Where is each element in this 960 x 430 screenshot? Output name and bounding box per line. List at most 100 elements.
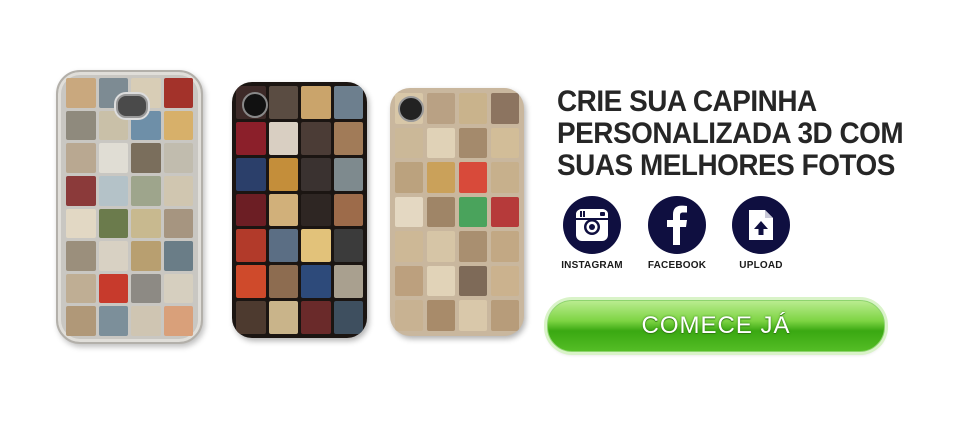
photo-tile [268,86,298,119]
photo-tile [268,229,298,263]
photo-tile [395,265,423,297]
photo-tile [333,193,363,227]
photo-tile [395,127,423,159]
photo-tile [459,127,487,159]
photo-tile [491,300,519,331]
photo-tile [163,273,193,304]
photo-tile [268,157,298,191]
photo-tile [131,175,161,206]
instagram-button[interactable]: INSTAGRAM [552,196,632,271]
photo-collage-grid [236,86,363,334]
camera-icon [398,96,424,122]
photo-tile [236,229,266,263]
instagram-icon[interactable] [563,196,621,254]
instagram-label: INSTAGRAM [561,260,623,271]
photo-tile [268,193,298,227]
headline: CRIE SUA CAPINHA PERSONALIZADA 3D COM SU… [557,86,920,182]
start-now-label: COMECE JÁ [641,312,791,339]
photo-tile [459,231,487,262]
photo-tile [427,265,455,297]
photo-tile [66,306,96,336]
photo-tile [301,301,331,334]
photo-tile [268,121,298,155]
facebook-label: FACEBOOK [647,260,707,271]
upload-icon[interactable] [732,196,790,254]
photo-tile [333,229,363,263]
headline-line-1: CRIE SUA CAPINHA [557,85,817,118]
photo-tile [459,300,487,331]
photo-tile [427,162,455,193]
photo-tile [66,110,96,141]
iphone-beige-case [390,88,524,336]
photo-tile [163,208,193,239]
photo-tile [98,175,128,206]
photo-tile [459,265,487,297]
photo-tile [131,241,161,271]
photo-tile [268,301,298,334]
upload-label: UPLOAD [739,260,783,271]
photo-tile [98,208,128,239]
upload-button[interactable]: UPLOAD [721,196,801,271]
photo-tile [236,157,266,191]
photo-tile [301,121,331,155]
photo-tile [395,231,423,262]
photo-tile [301,229,331,263]
photo-tile [491,162,519,193]
photo-tile [491,196,519,228]
photo-tile [66,175,96,206]
headline-line-3: SUAS MELHORES FOTOS [557,149,895,182]
photo-tile [459,162,487,193]
photo-tile [333,157,363,191]
photo-tile [236,193,266,227]
photo-tile [163,143,193,173]
photo-tile [395,162,423,193]
photo-tile [163,110,193,141]
photo-tile [427,231,455,262]
photo-tile [66,273,96,304]
galaxy-phone-case [56,70,203,344]
photo-tile [333,265,363,299]
facebook-icon[interactable] [648,196,706,254]
photo-tile [333,301,363,334]
photo-tile [427,196,455,228]
photo-tile [491,231,519,262]
photo-tile [131,143,161,173]
photo-tile [301,157,331,191]
photo-tile [491,265,519,297]
photo-tile [98,143,128,173]
photo-tile [491,127,519,159]
photo-tile [131,208,161,239]
photo-tile [268,265,298,299]
camera-icon [116,94,148,118]
photo-tile [66,78,96,108]
photo-tile [427,127,455,159]
facebook-button[interactable]: FACEBOOK [637,196,717,271]
camera-icon [242,92,268,118]
photo-tile [98,241,128,271]
photo-collage-grid [395,93,519,331]
photo-tile [427,93,455,124]
iphone-dark-case [232,82,367,338]
photo-tile [66,208,96,239]
photo-tile [236,301,266,334]
photo-tile [163,175,193,206]
photo-tile [163,306,193,336]
photo-tile [395,196,423,228]
start-now-button[interactable]: COMECE JÁ [547,300,885,352]
photo-tile [163,78,193,108]
photo-tile [131,306,161,336]
photo-tile [66,241,96,271]
headline-line-2: PERSONALIZADA 3D COM [557,117,904,150]
photo-tile [163,241,193,271]
photo-tile [301,193,331,227]
photo-tile [459,93,487,124]
photo-tile [236,121,266,155]
photo-tile [395,300,423,331]
photo-tile [131,273,161,304]
photo-tile [236,265,266,299]
photo-tile [98,306,128,336]
photo-tile [301,265,331,299]
photo-tile [98,273,128,304]
photo-tile [301,86,331,119]
photo-tile [333,121,363,155]
